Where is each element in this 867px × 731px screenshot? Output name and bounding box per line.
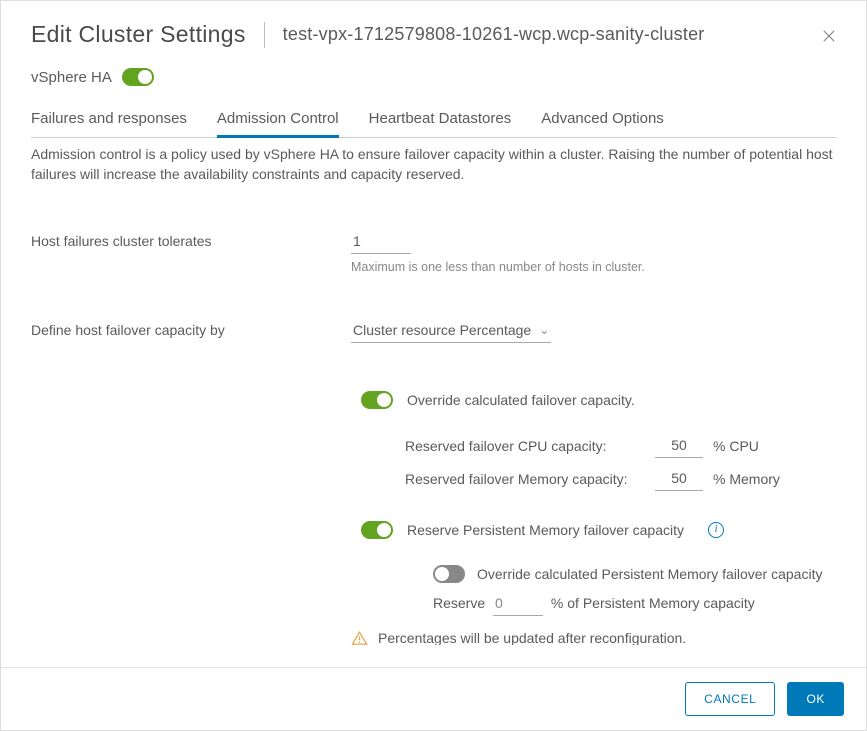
reserved-memory-unit: % Memory: [713, 471, 780, 487]
pmem-failover-toggle[interactable]: [361, 521, 393, 539]
reserved-memory-input[interactable]: [655, 468, 703, 491]
header-divider: [264, 22, 265, 48]
pmem-override-label: Override calculated Persistent Memory fa…: [477, 566, 822, 582]
tabs: Failures and responses Admission Control…: [31, 102, 836, 138]
pmem-reserve-input[interactable]: [493, 593, 543, 616]
warning-text: Percentages will be updated after reconf…: [378, 630, 686, 645]
dialog-title: Edit Cluster Settings: [31, 21, 246, 48]
tab-failures-responses[interactable]: Failures and responses: [31, 102, 187, 137]
dialog-subtitle: test-vpx-1712579808-10261-wcp.wcp-sanity…: [283, 24, 705, 45]
pmem-reserve-label: Reserve: [433, 595, 485, 611]
pmem-failover-label: Reserve Persistent Memory failover capac…: [407, 522, 684, 538]
override-failover-label: Override calculated failover capacity.: [407, 392, 635, 408]
pmem-override-toggle[interactable]: [433, 565, 465, 583]
reserved-cpu-unit: % CPU: [713, 438, 759, 454]
reserved-cpu-label: Reserved failover CPU capacity:: [405, 438, 655, 454]
reserved-cpu-input[interactable]: [655, 435, 703, 458]
tab-heartbeat-datastores[interactable]: Heartbeat Datastores: [369, 102, 512, 137]
failover-capacity-select-value: Cluster resource Percentage: [353, 322, 531, 338]
vsphere-ha-toggle[interactable]: [122, 68, 154, 86]
info-icon[interactable]: i: [708, 522, 724, 538]
failover-capacity-select[interactable]: Cluster resource Percentage ⌄: [351, 320, 551, 343]
host-failures-label: Host failures cluster tolerates: [31, 231, 351, 274]
vsphere-ha-label: vSphere HA: [31, 69, 112, 86]
override-failover-toggle[interactable]: [361, 391, 393, 409]
failover-capacity-label: Define host failover capacity by: [31, 320, 351, 645]
host-failures-input[interactable]: [351, 231, 411, 254]
pmem-reserve-suffix: % of Persistent Memory capacity: [551, 595, 755, 611]
host-failures-help: Maximum is one less than number of hosts…: [351, 260, 836, 274]
tab-advanced-options[interactable]: Advanced Options: [541, 102, 664, 137]
admission-control-description: Admission control is a policy used by vS…: [31, 144, 836, 185]
tab-admission-control[interactable]: Admission Control: [217, 102, 339, 137]
chevron-down-icon: ⌄: [539, 323, 549, 337]
cancel-button[interactable]: Cancel: [685, 682, 775, 716]
close-icon[interactable]: [820, 27, 838, 45]
ok-button[interactable]: OK: [787, 682, 844, 716]
reserved-memory-label: Reserved failover Memory capacity:: [405, 471, 655, 487]
warning-icon: [351, 630, 368, 645]
